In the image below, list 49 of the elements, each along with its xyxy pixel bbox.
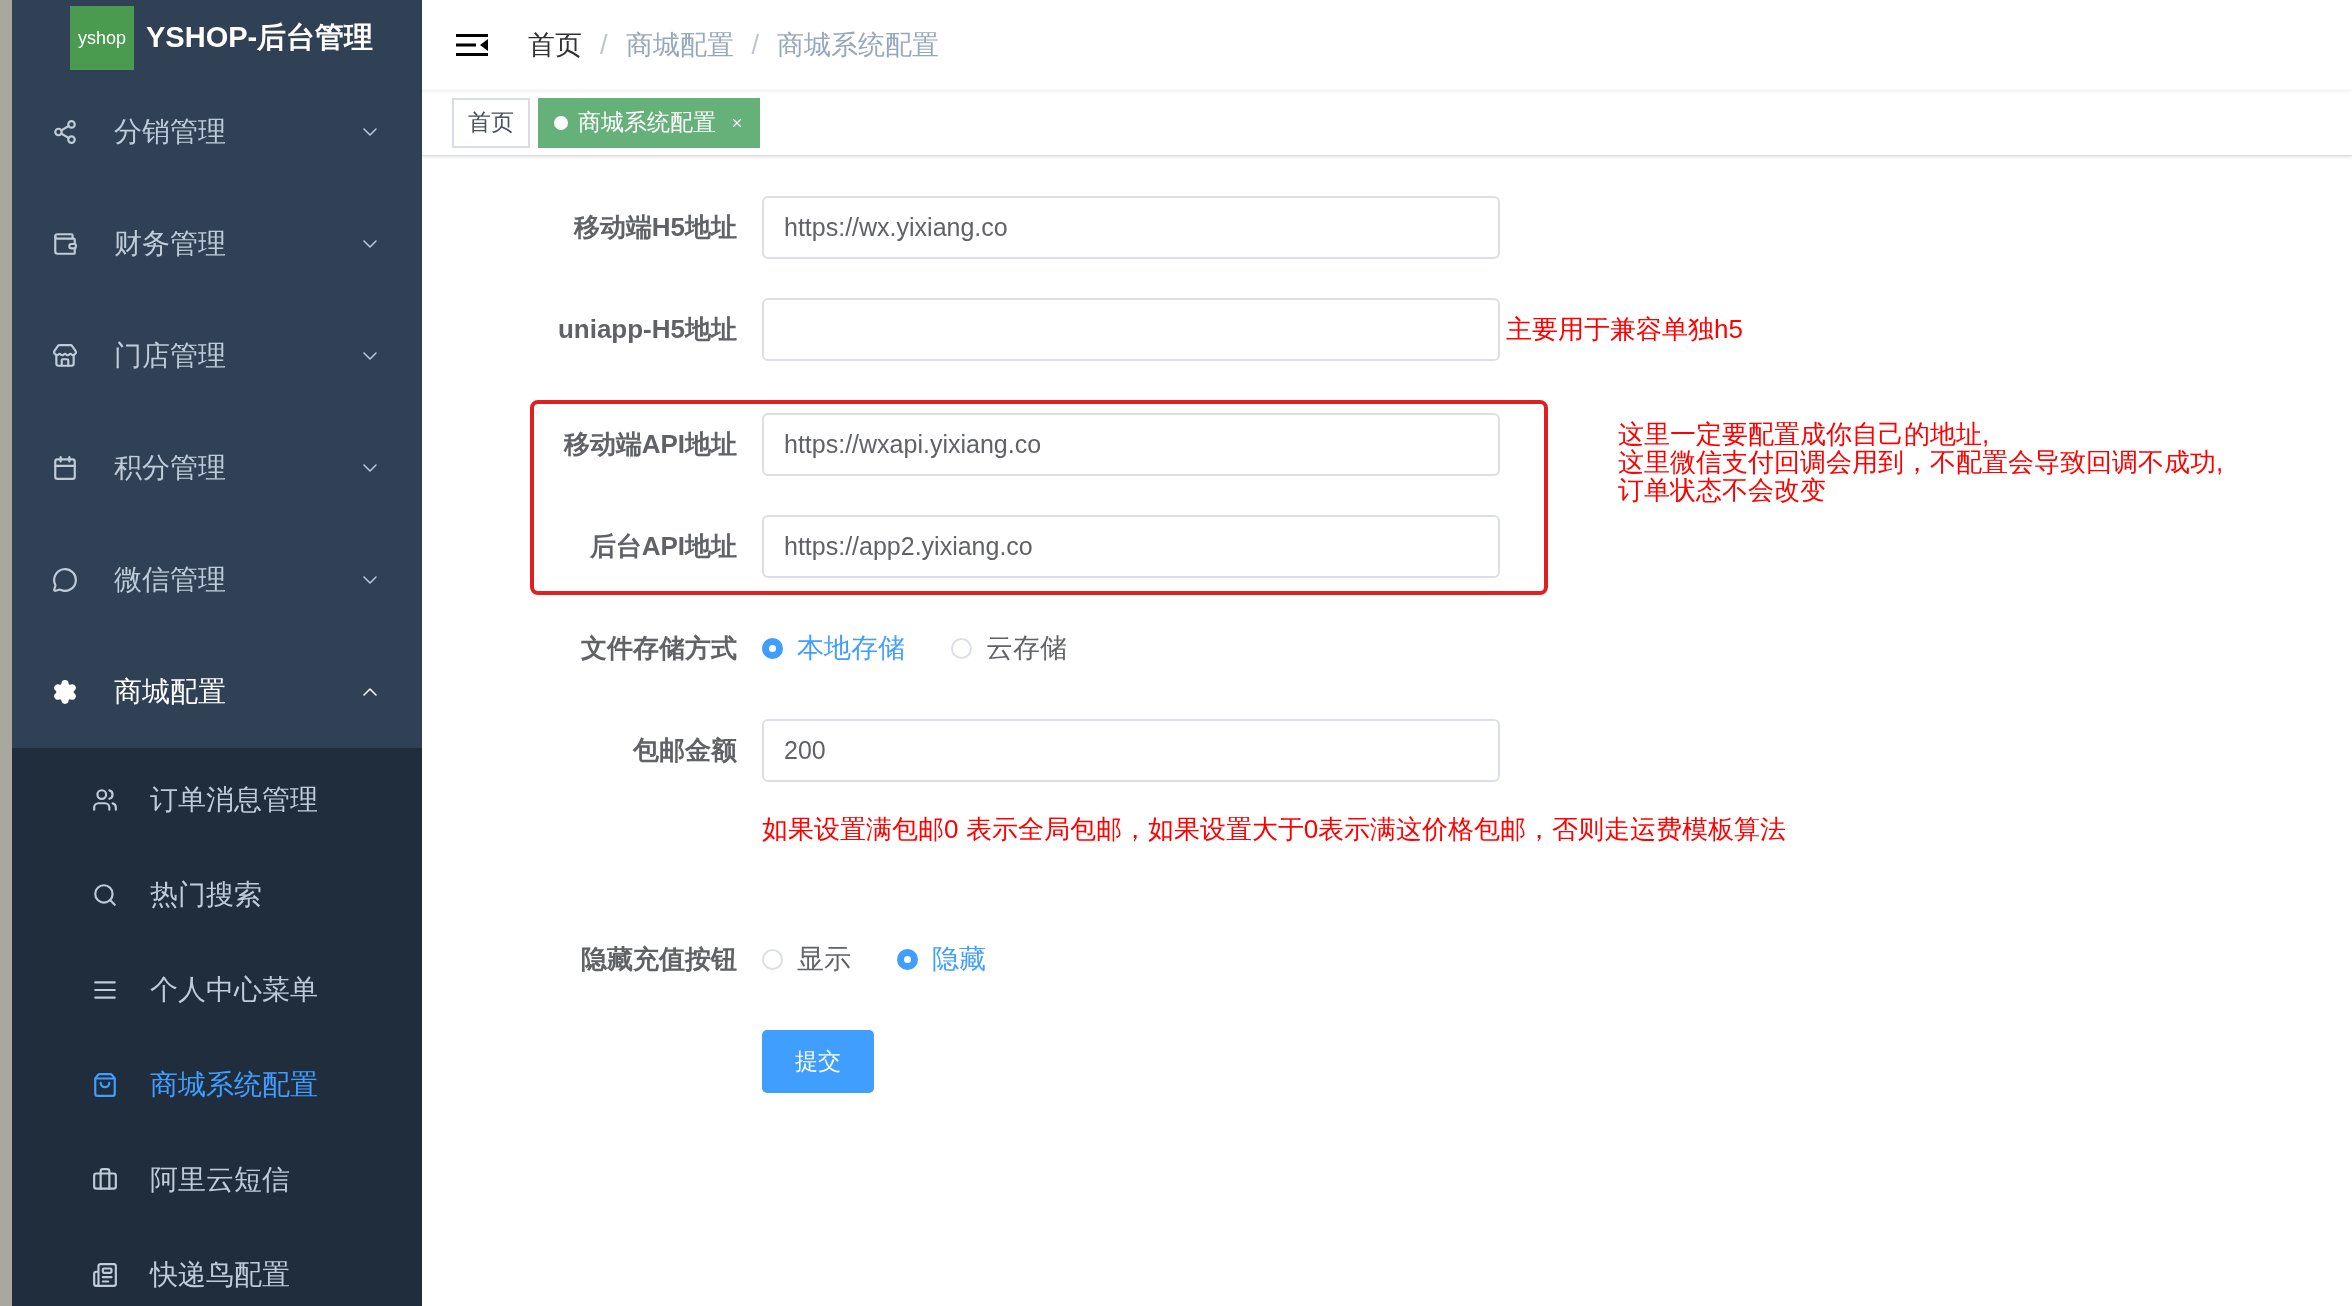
menu-item[interactable]: 商城配置: [12, 636, 422, 748]
field-label: 文件存储方式: [581, 632, 737, 665]
bag-icon: [92, 1071, 118, 1098]
field-label: 包邮金额: [633, 734, 737, 767]
search-icon: [92, 881, 118, 908]
briefcase-icon: [92, 1166, 118, 1193]
chat-icon: [52, 567, 78, 593]
breadcrumb-item: 商城配置: [625, 28, 734, 62]
newspaper-icon: [92, 1261, 118, 1288]
input-field[interactable]: https://wx.yixiang.co: [762, 196, 1500, 259]
menu-item[interactable]: 微信管理: [12, 524, 422, 636]
note-text: 主要用于兼容单独h5: [1506, 313, 1743, 346]
field-label: 移动端H5地址: [573, 211, 737, 244]
input-field[interactable]: https://app2.yixiang.co: [762, 515, 1500, 578]
submenu-item[interactable]: 热门搜索: [12, 847, 422, 942]
breadcrumb-item[interactable]: 首页: [528, 24, 582, 66]
breadcrumb-item: 商城系统配置: [777, 28, 940, 62]
submenu-item[interactable]: 快递鸟配置: [12, 1227, 422, 1306]
annotation-text: 这里一定要配置成你自己的地址, 这里微信支付回调会用到，不配置会导致回调不成功, 订单状态不会改变: [1618, 420, 2224, 504]
menu-toggle-icon[interactable]: [456, 34, 488, 56]
input-field[interactable]: 200: [762, 719, 1500, 782]
field-label: 隐藏充值按钮: [581, 943, 737, 976]
submenu-item[interactable]: 商城系统配置: [12, 1037, 422, 1132]
menu-item[interactable]: 门店管理: [12, 300, 422, 412]
input-field[interactable]: [762, 298, 1500, 361]
radio-option[interactable]: 云存储: [951, 628, 1067, 669]
users-icon: [92, 786, 118, 813]
tag-tab[interactable]: 首页: [452, 97, 530, 148]
radio-option[interactable]: 显示: [762, 939, 851, 980]
submenu-item[interactable]: 订单消息管理: [12, 752, 422, 847]
menu-item[interactable]: 分销管理: [12, 76, 422, 188]
input-field[interactable]: https://wxapi.yixiang.co: [762, 413, 1500, 476]
settings-icon: [52, 679, 78, 705]
share-icon: [52, 119, 78, 145]
menu-item[interactable]: 财务管理: [12, 188, 422, 300]
breadcrumb-separator: /: [751, 28, 760, 62]
hint-text: 如果设置满包邮0 表示全局包邮，如果设置大于0表示满这价格包邮，否则走运费模板算法: [762, 813, 1788, 846]
logo: yshop: [70, 6, 134, 70]
calendar-icon: [52, 455, 78, 481]
field-label: uniapp-H5地址: [557, 313, 737, 346]
submenu-item[interactable]: 阿里云短信: [12, 1132, 422, 1227]
wallet-icon: [52, 231, 78, 257]
app-title: YSHOP-后台管理: [146, 20, 374, 56]
breadcrumb-separator: /: [600, 28, 608, 62]
field-label: 移动端API地址: [563, 428, 737, 461]
store-icon: [52, 343, 78, 369]
field-label: 后台API地址: [589, 530, 737, 563]
submenu-item[interactable]: 个人中心菜单: [12, 942, 422, 1037]
menu-item[interactable]: 积分管理: [12, 412, 422, 524]
